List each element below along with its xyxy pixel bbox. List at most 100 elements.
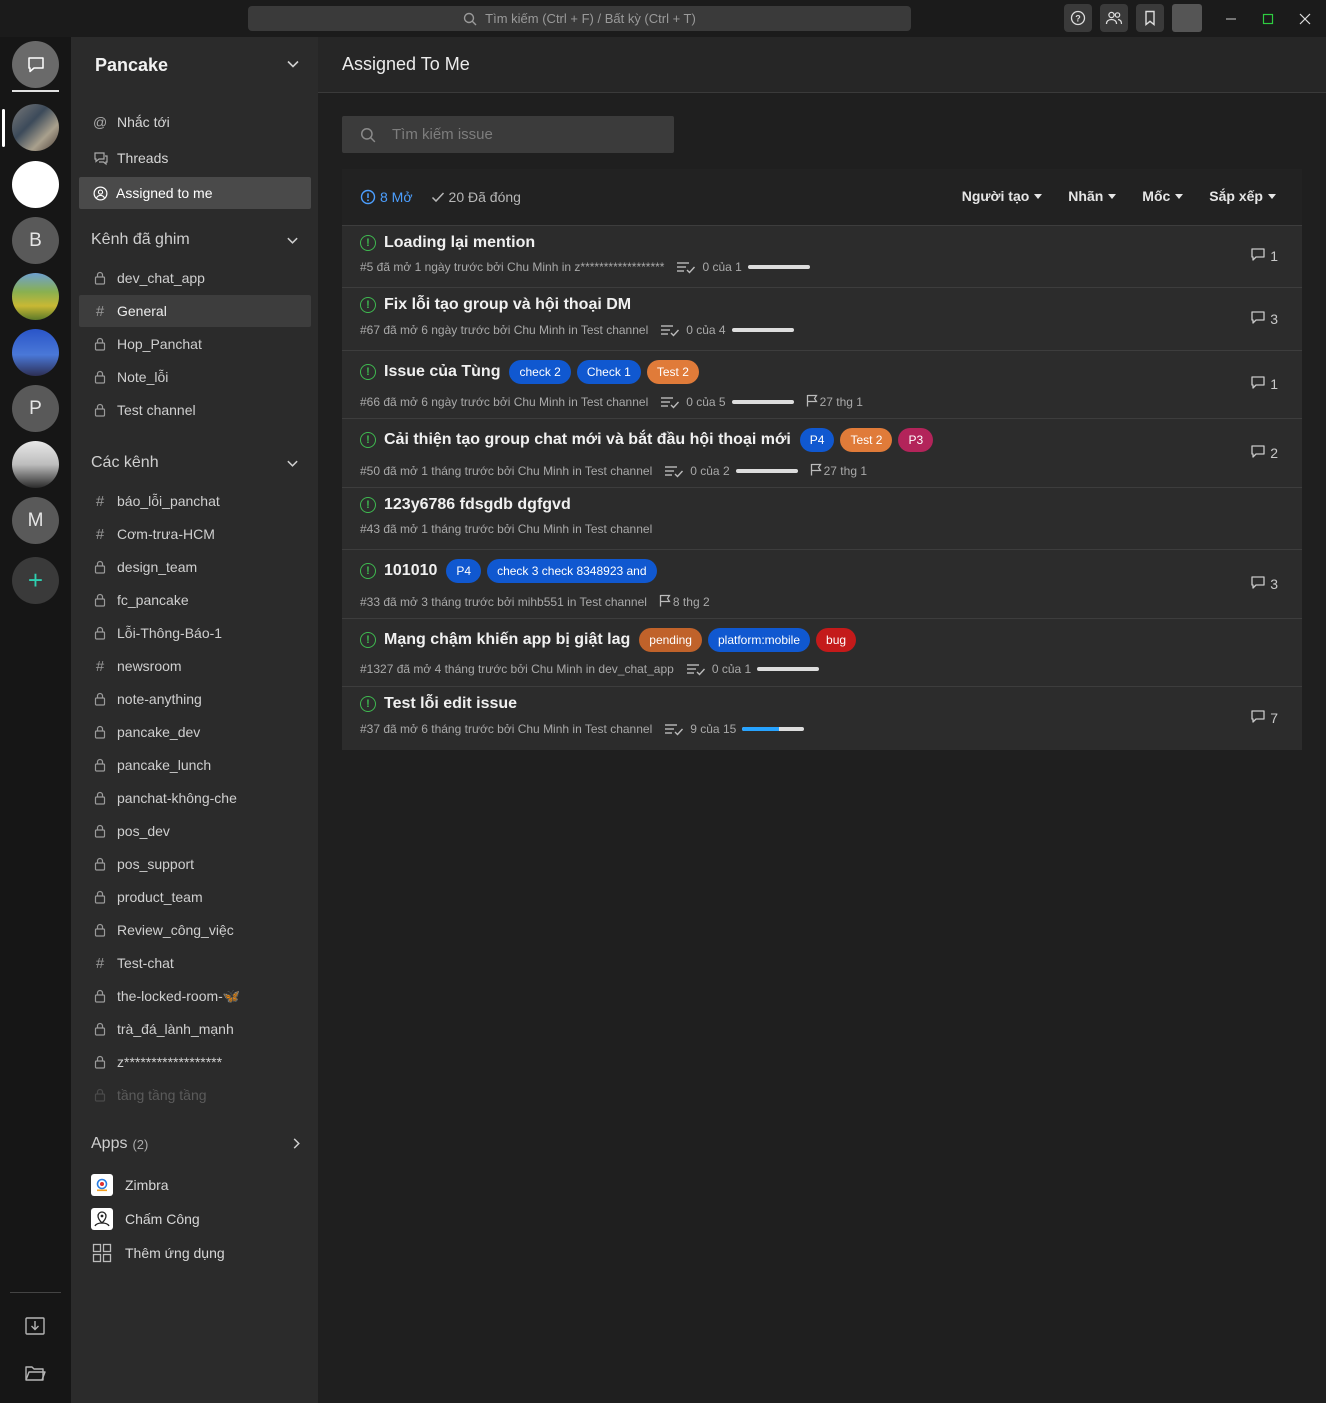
channels-section-header[interactable]: Các kênh [91, 451, 301, 475]
comment-count[interactable]: 1 [1250, 375, 1278, 393]
issue-row[interactable]: ! Mạng chậm khiến app bị giật lag pending p… [342, 618, 1302, 686]
issue-label[interactable]: P3 [898, 428, 934, 452]
filter-label[interactable]: Nhãn [1068, 188, 1117, 204]
channel-item[interactable]: pancake_dev [79, 716, 311, 748]
issue-title[interactable]: Loading lại mention [384, 234, 535, 252]
workspace-avatar-b[interactable]: B [12, 217, 59, 264]
channel-item[interactable]: # Test-chat [79, 947, 311, 979]
comment-count[interactable]: 7 [1250, 709, 1278, 727]
filter-milestone[interactable]: Mốc [1142, 188, 1184, 204]
channel-item[interactable]: pancake_lunch [79, 749, 311, 781]
issue-search-input[interactable]: Tìm kiếm issue [342, 116, 674, 153]
issue-label[interactable]: platform:mobile [707, 628, 811, 652]
help-button[interactable]: ? [1064, 4, 1092, 32]
channel-item[interactable]: product_team [79, 881, 311, 913]
issue-row[interactable]: ! 101010 P4 check 3 check 8348923 and #33 đã… [342, 549, 1302, 618]
contacts-button[interactable] [1100, 4, 1128, 32]
channel-item[interactable]: fc_pancake [79, 584, 311, 616]
comment-count[interactable]: 3 [1250, 310, 1278, 328]
issue-label[interactable]: P4 [446, 559, 482, 583]
channel-item[interactable]: design_team [79, 551, 311, 583]
close-button[interactable] [1286, 0, 1324, 37]
pinned-section-header[interactable]: Kênh đã ghim [91, 228, 301, 252]
nav-threads[interactable]: Threads [79, 142, 311, 173]
chat-home-button[interactable] [12, 41, 59, 88]
issue-title[interactable]: 101010 [384, 562, 437, 580]
caret-down-icon [1268, 193, 1276, 199]
channel-name: newsroom [117, 658, 182, 674]
issue-label[interactable]: check 3 check 8348923 and [487, 559, 657, 583]
channel-item[interactable]: tầng tầng tầng [79, 1079, 311, 1111]
channel-item[interactable]: note-anything [79, 683, 311, 715]
channel-item[interactable]: Review_công_việc [79, 914, 311, 946]
comment-count[interactable]: 3 [1250, 575, 1278, 593]
issue-row[interactable]: ! Test lỗi edit issue #37 đã mở 6 tháng tr… [342, 686, 1302, 750]
open-issues-tab[interactable]: 8 Mở [360, 189, 413, 205]
issue-label[interactable]: Test 2 [646, 360, 699, 384]
issue-title[interactable]: 123y6786 fdsgdb dgfgvd [384, 496, 571, 514]
flag-icon [810, 463, 822, 479]
issue-row[interactable]: ! Fix lỗi tạo group và hội thoại DM #67 đã… [342, 287, 1302, 350]
channel-item[interactable]: pos_dev [79, 815, 311, 847]
workspace-avatar[interactable] [12, 104, 59, 151]
issue-label[interactable]: bug [816, 628, 857, 652]
issue-label[interactable]: Check 1 [576, 360, 641, 384]
closed-issues-tab[interactable]: 20 Đã đóng [431, 189, 521, 205]
nav-assigned-to-me[interactable]: Assigned to me [79, 177, 311, 209]
channel-item[interactable]: # General [79, 295, 311, 327]
channel-item[interactable]: the-locked-room-🦋 [79, 980, 311, 1012]
channel-item[interactable]: # newsroom [79, 650, 311, 682]
issue-title-line: ! Cải thiện tạo group chat mới và bắt đầu… [360, 428, 934, 452]
issue-label[interactable]: check 2 [509, 360, 571, 384]
channel-item[interactable]: Hop_Panchat [79, 328, 311, 360]
channel-item[interactable]: dev_chat_app [79, 262, 311, 294]
channel-item[interactable]: Lỗi-Thông-Báo-1 [79, 617, 311, 649]
app-cham-cong[interactable]: Chấm Công [91, 1205, 200, 1233]
channel-item[interactable]: Test channel [79, 394, 311, 426]
issue-title[interactable]: Issue của Tùng [384, 363, 500, 381]
channel-name: báo_lỗi_panchat [117, 493, 220, 509]
comment-count[interactable]: 1 [1250, 247, 1278, 265]
channel-item[interactable]: Note_lỗi [79, 361, 311, 393]
download-button[interactable] [24, 1315, 46, 1340]
issue-row[interactable]: ! Issue của Tùng check 2 Check 1 Test 2 #66 đ… [342, 350, 1302, 418]
issue-title[interactable]: Fix lỗi tạo group và hội thoại DM [384, 296, 631, 314]
app-zimbra[interactable]: Zimbra [91, 1171, 169, 1199]
issue-title[interactable]: Test lỗi edit issue [384, 695, 517, 713]
channel-item[interactable]: trà_đá_lành_mạnh [79, 1013, 311, 1045]
channel-item[interactable]: panchat-không-che [79, 782, 311, 814]
issue-label[interactable]: P4 [799, 428, 835, 452]
comment-icon [1250, 310, 1266, 328]
maximize-button[interactable] [1249, 0, 1287, 37]
channel-item[interactable]: # Cơm-trưa-HCM [79, 518, 311, 550]
user-avatar[interactable] [1172, 4, 1202, 32]
apps-section-header[interactable]: Apps (2) [91, 1132, 301, 1156]
nav-mentions[interactable]: @ Nhắc tới [79, 106, 311, 137]
issue-label[interactable]: pending [639, 628, 702, 652]
channel-item[interactable]: pos_support [79, 848, 311, 880]
channel-item[interactable]: # báo_lỗi_panchat [79, 485, 311, 517]
workspace-avatar[interactable] [12, 273, 59, 320]
workspace-header[interactable]: Pancake [71, 37, 318, 93]
workspace-avatar[interactable] [12, 329, 59, 376]
minimize-button[interactable] [1212, 0, 1250, 37]
global-search-input[interactable]: Tìm kiếm (Ctrl + F) / Bất kỳ (Ctrl + T) [248, 6, 911, 31]
issue-row[interactable]: ! 123y6786 fdsgdb dgfgvd #43 đã mở 1 tháng… [342, 487, 1302, 549]
add-app-button[interactable]: Thêm ứng dụng [91, 1239, 225, 1267]
filter-author[interactable]: Người tạo [962, 188, 1043, 204]
issue-row[interactable]: ! Loading lại mention #5 đã mở 1 ngày trướ… [342, 225, 1302, 287]
issue-row[interactable]: ! Cải thiện tạo group chat mới và bắt đầu… [342, 418, 1302, 487]
add-workspace-button[interactable]: + [12, 557, 59, 604]
issue-label[interactable]: Test 2 [840, 428, 893, 452]
files-button[interactable] [24, 1363, 46, 1386]
workspace-avatar-p[interactable]: P [12, 385, 59, 432]
issue-title[interactable]: Cải thiện tạo group chat mới và bắt đầu … [384, 431, 791, 449]
workspace-avatar-m[interactable]: M [12, 497, 59, 544]
filter-sort[interactable]: Sắp xếp [1209, 188, 1276, 204]
bookmark-button[interactable] [1136, 4, 1164, 32]
comment-count[interactable]: 2 [1250, 444, 1278, 462]
workspace-avatar[interactable] [12, 161, 59, 208]
issue-title[interactable]: Mạng chậm khiến app bị giật lag [384, 631, 630, 649]
channel-item[interactable]: z****************** [79, 1046, 311, 1078]
workspace-avatar[interactable] [12, 441, 59, 488]
